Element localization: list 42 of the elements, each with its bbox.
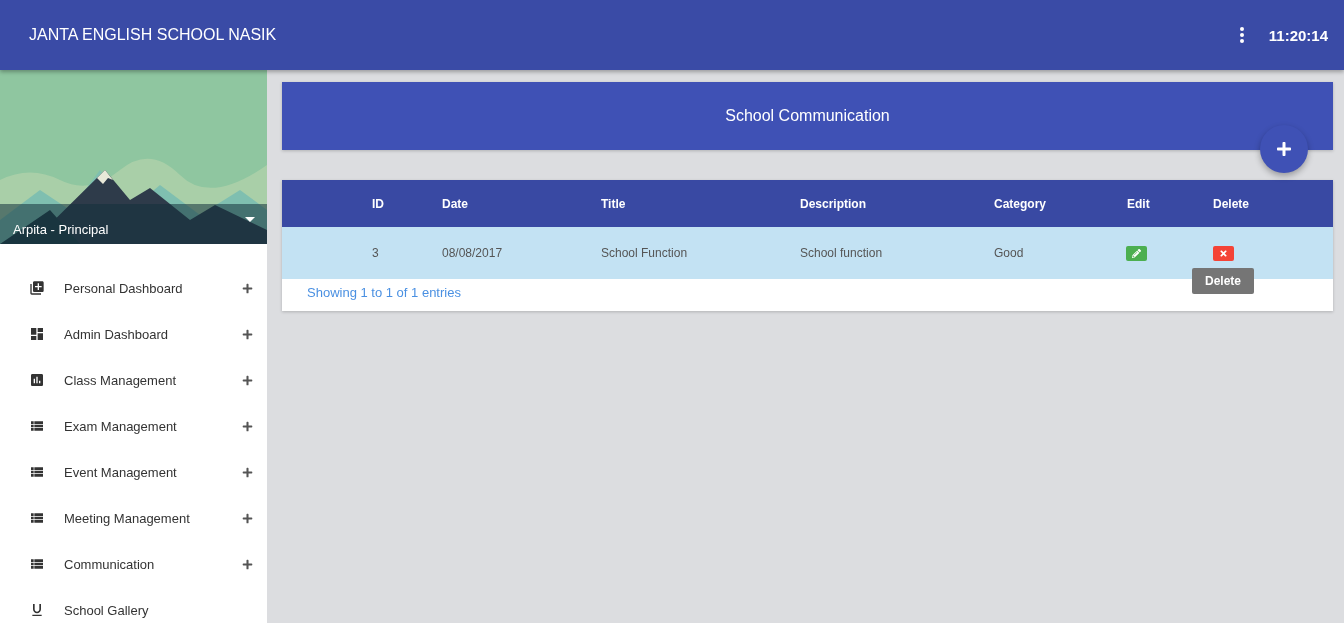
sidebar-item[interactable]: Class Management <box>0 357 267 403</box>
sidebar-item[interactable]: Event Management <box>0 449 267 495</box>
caret-icon <box>245 216 255 222</box>
table-cell-text: 3 <box>372 246 380 260</box>
page-title: School Communication <box>725 107 890 125</box>
underline-icon <box>29 602 45 618</box>
plus-icon <box>1276 141 1292 157</box>
user-name: Arpita - Principal <box>13 221 109 237</box>
clock-time: 11:20:14 <box>1268 26 1328 44</box>
list-icon <box>29 418 45 434</box>
dashboard-add-icon <box>29 280 45 296</box>
sidebar-item[interactable]: Communication <box>0 541 267 587</box>
sidebar-item[interactable]: Admin Dashboard <box>0 311 267 357</box>
more-options-icon[interactable] <box>1238 26 1245 44</box>
column-header: Description <box>800 196 867 211</box>
pencil-icon <box>1132 248 1141 258</box>
list-icon <box>29 556 45 572</box>
list-icon <box>29 464 45 480</box>
edit-button[interactable] <box>1126 245 1147 261</box>
school-name: JANTA ENGLISH SCHOOL NASIK <box>29 26 278 44</box>
tooltip: Delete <box>1192 267 1255 294</box>
sidebar-item[interactable]: Meeting Management <box>0 495 267 541</box>
table-cell-text: Good <box>994 246 1025 260</box>
column-header: Delete <box>1213 196 1251 211</box>
column-header: Edit <box>1127 196 1151 211</box>
column-header: Category <box>994 196 1047 211</box>
table-cell-text: School function <box>800 246 884 260</box>
column-header: Date <box>442 196 469 211</box>
add-button[interactable] <box>1260 125 1308 173</box>
chart-icon <box>29 372 45 388</box>
list-icon <box>29 510 45 526</box>
delete-button[interactable] <box>1213 245 1234 261</box>
table-cell-text: School Function <box>601 246 689 260</box>
sidebar-item[interactable]: Personal Dashboard <box>0 265 267 311</box>
user-bar[interactable]: Arpita - Principal <box>0 204 267 244</box>
column-header: ID <box>372 196 385 211</box>
close-icon <box>1219 248 1228 258</box>
dashboard-icon <box>29 326 45 342</box>
table-cell-text: 08/08/2017 <box>442 246 504 260</box>
column-header: Title <box>601 196 627 211</box>
sidebar-item[interactable]: School Gallery <box>0 587 267 623</box>
sidebar-item[interactable]: Exam Management <box>0 403 267 449</box>
